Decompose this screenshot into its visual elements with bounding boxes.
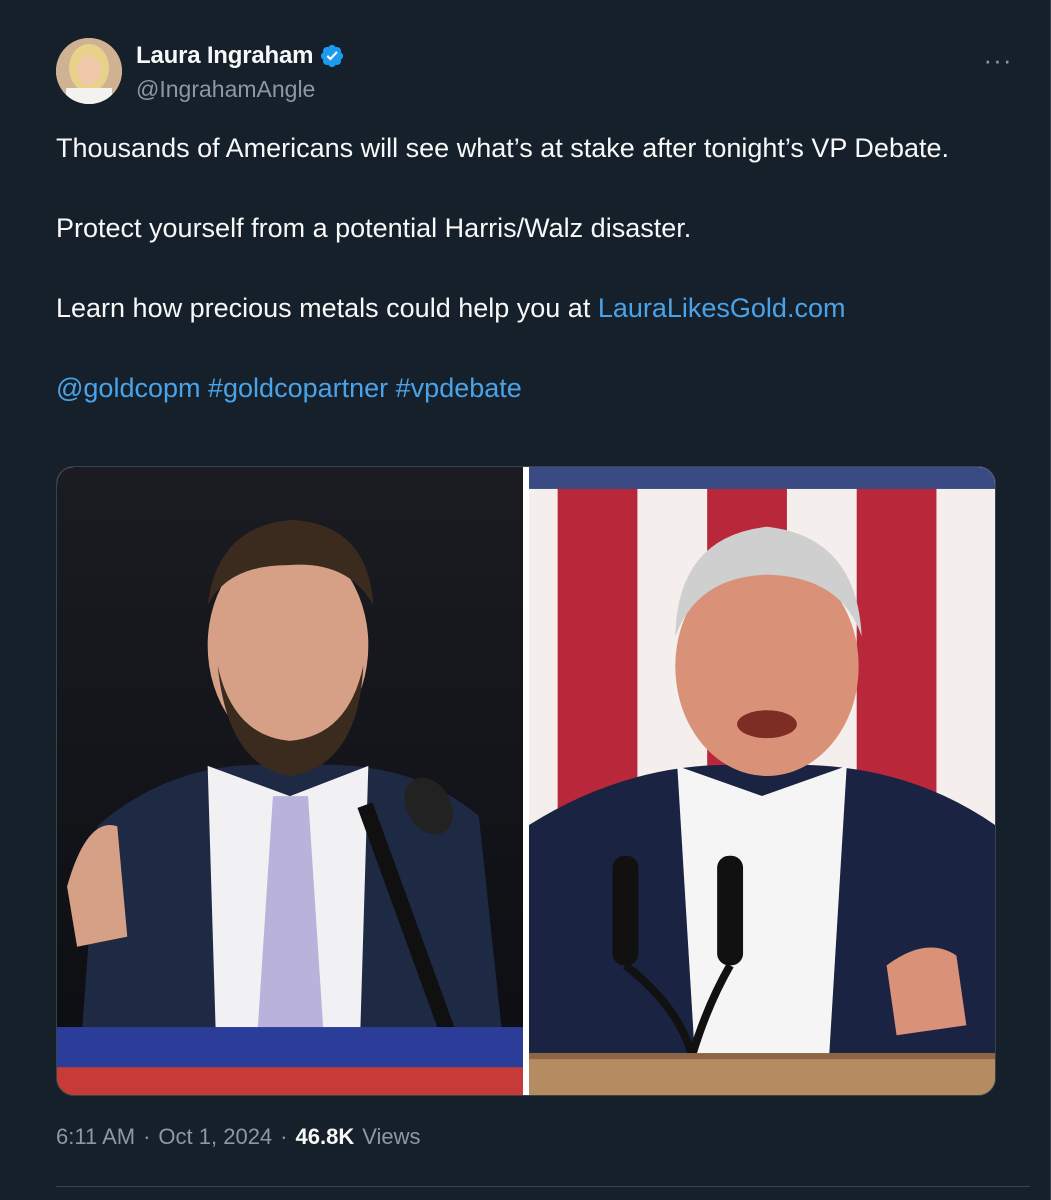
meta-separator-2: · xyxy=(280,1124,288,1149)
hashtag-vpdebate[interactable]: #vpdebate xyxy=(396,373,522,403)
podium-speaker-photo-icon xyxy=(57,467,523,1095)
views-label: Views xyxy=(362,1124,421,1149)
divider xyxy=(56,1186,1030,1187)
name-row: Laura Ingraham xyxy=(136,42,345,70)
mention-link[interactable]: @goldcopm xyxy=(56,373,200,403)
tweet-paragraph-2: Protect yourself from a potential Harris… xyxy=(56,213,692,243)
tweet-text: Thousands of Americans will see what’s a… xyxy=(56,128,996,408)
display-name[interactable]: Laura Ingraham xyxy=(136,42,313,70)
views-count: 46.8K xyxy=(295,1124,355,1149)
more-options-button[interactable]: ··· xyxy=(976,42,1020,78)
avatar-photo-icon xyxy=(56,38,122,104)
hashtag-goldcopartner[interactable]: #goldcopartner xyxy=(208,373,388,403)
media-photo-right[interactable] xyxy=(529,467,995,1095)
media-photo-left[interactable] xyxy=(57,467,523,1095)
website-link[interactable]: LauraLikesGold.com xyxy=(598,293,846,323)
tweet-paragraph-3: Learn how precious metals could help you… xyxy=(56,288,996,328)
author-info: Laura Ingraham @IngrahamAngle xyxy=(136,42,345,103)
verified-badge-icon xyxy=(319,43,345,69)
tweet-time[interactable]: 6:11 AM xyxy=(56,1124,135,1150)
microphone-speaker-photo-icon xyxy=(529,467,995,1095)
paragraph-3-text: Learn how precious metals could help you… xyxy=(56,293,598,323)
tweet-paragraph-4: @goldcopm #goldcopartner #vpdebate xyxy=(56,368,996,408)
tweet-header: Laura Ingraham @IngrahamAngle ··· xyxy=(56,38,1030,108)
avatar[interactable] xyxy=(56,38,122,104)
tweet-meta: 6:11 AM · Oct 1, 2024 · 46.8K Views xyxy=(56,1124,421,1150)
meta-separator: · xyxy=(143,1124,151,1149)
tweet-media[interactable] xyxy=(56,466,996,1096)
tweet-detail: Laura Ingraham @IngrahamAngle ··· Thousa… xyxy=(0,0,1051,1200)
tweet-date[interactable]: Oct 1, 2024 xyxy=(158,1124,272,1150)
handle[interactable]: @IngrahamAngle xyxy=(136,76,345,103)
tweet-paragraph-1: Thousands of Americans will see what’s a… xyxy=(56,133,949,163)
